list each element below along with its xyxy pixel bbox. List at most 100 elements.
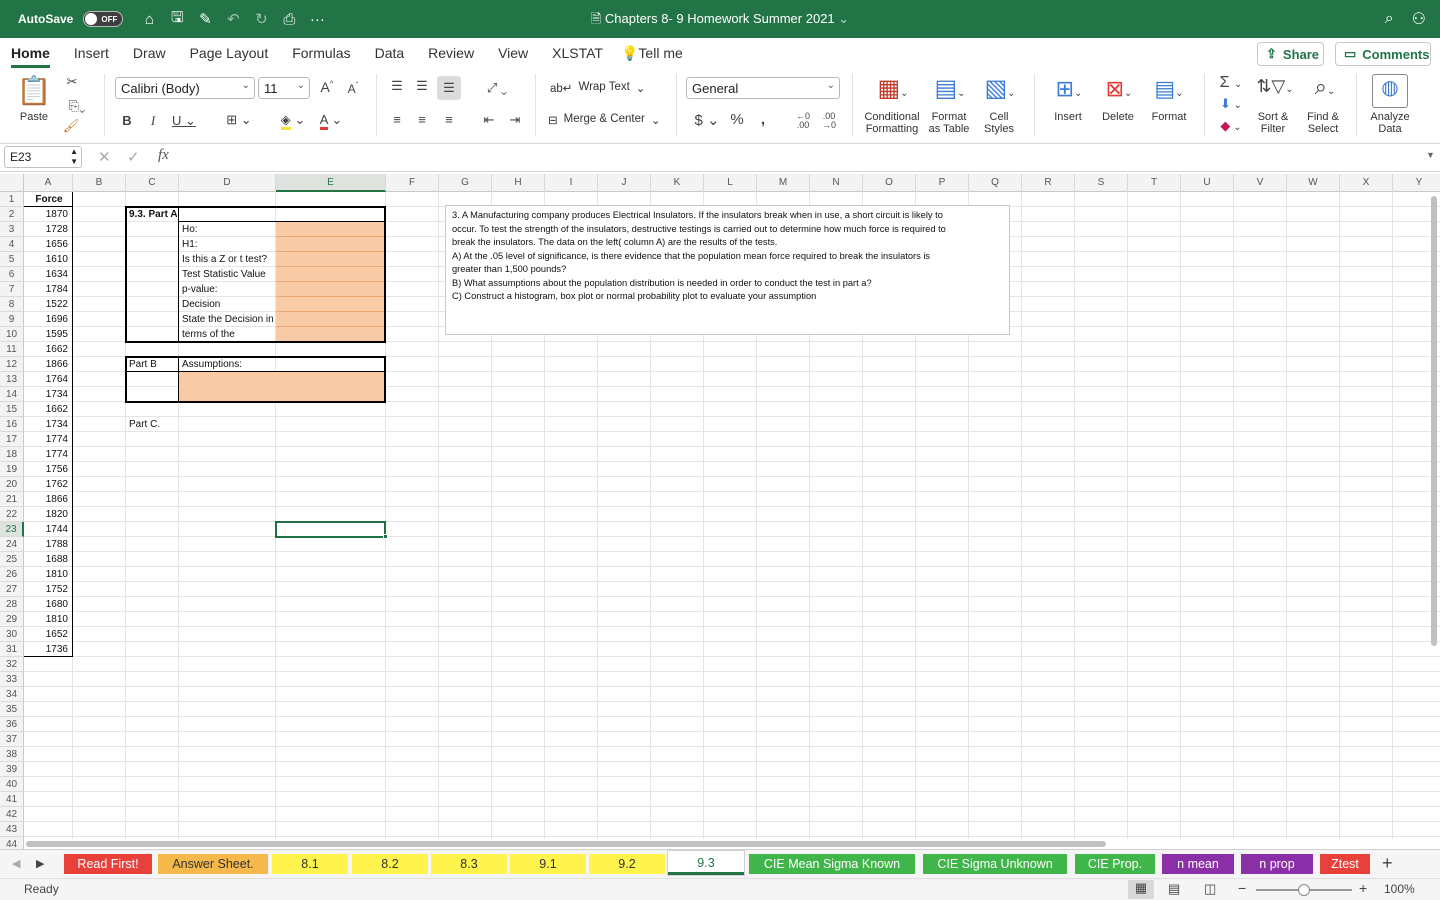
font-color-icon[interactable]: A ⌄ bbox=[314, 112, 348, 130]
part-b-assumptions-label[interactable]: Assumptions: bbox=[182, 358, 274, 371]
percent-icon[interactable]: % bbox=[728, 111, 746, 128]
currency-icon[interactable]: $ ⌄ bbox=[690, 111, 724, 129]
cancel-icon[interactable]: ✕ bbox=[98, 148, 111, 166]
row-header[interactable]: 16 bbox=[0, 417, 24, 432]
part-a-label[interactable]: Ho: bbox=[182, 223, 274, 236]
column-header[interactable]: C bbox=[126, 174, 179, 192]
row-header[interactable]: 14 bbox=[0, 387, 24, 402]
row-header[interactable]: 13 bbox=[0, 372, 24, 387]
search-icon[interactable]: ⌕ bbox=[1385, 10, 1394, 28]
name-box[interactable]: E23 ▲ ▼ bbox=[4, 146, 82, 168]
force-value-cell[interactable]: 1820 bbox=[27, 508, 71, 521]
add-sheet-icon[interactable]: + bbox=[1382, 853, 1393, 874]
column-header[interactable]: H bbox=[492, 174, 545, 192]
sheet-tab[interactable]: n prop bbox=[1241, 854, 1313, 874]
conditional-formatting-icon[interactable]: ▦⌄ bbox=[870, 74, 916, 103]
force-value-cell[interactable]: 1656 bbox=[27, 238, 71, 251]
sheet-tab[interactable]: 9.1 bbox=[510, 854, 586, 874]
tab-page-layout[interactable]: Page Layout bbox=[190, 45, 269, 61]
row-header[interactable]: 20 bbox=[0, 477, 24, 492]
column-header[interactable]: L bbox=[704, 174, 757, 192]
row-header[interactable]: 15 bbox=[0, 402, 24, 417]
format-button[interactable]: Format bbox=[1148, 111, 1190, 123]
orientation-icon[interactable]: ⤢ ⌄ bbox=[480, 80, 514, 96]
sheet-tab[interactable]: 8.2 bbox=[352, 854, 428, 874]
sheet-tab[interactable]: n mean bbox=[1162, 854, 1234, 874]
row-header[interactable]: 29 bbox=[0, 612, 24, 627]
horizontal-scroll-thumb[interactable] bbox=[26, 841, 1106, 847]
row-header[interactable]: 9 bbox=[0, 312, 24, 327]
underline-icon[interactable]: U ⌄ bbox=[170, 113, 198, 129]
sort-filter-button[interactable]: Sort & Filter bbox=[1250, 111, 1296, 135]
row-header[interactable]: 44 bbox=[0, 837, 24, 849]
row-header[interactable]: 8 bbox=[0, 297, 24, 312]
row-header[interactable]: 22 bbox=[0, 507, 24, 522]
column-header[interactable]: G bbox=[439, 174, 492, 192]
row-header[interactable]: 31 bbox=[0, 642, 24, 657]
title-chevron-icon[interactable]: ⌄ bbox=[835, 11, 849, 26]
column-header[interactable]: R bbox=[1022, 174, 1075, 192]
find-select-button[interactable]: Find & Select bbox=[1300, 111, 1346, 135]
clear-icon[interactable]: ◆ ⌄ bbox=[1214, 118, 1248, 134]
increase-indent-icon[interactable]: ⇥ bbox=[506, 112, 524, 128]
column-header[interactable]: S bbox=[1075, 174, 1128, 192]
row-header[interactable]: 12 bbox=[0, 357, 24, 372]
autosave-toggle[interactable]: OFF bbox=[83, 11, 124, 27]
selected-cell[interactable] bbox=[275, 521, 386, 538]
force-value-cell[interactable]: 1756 bbox=[27, 463, 71, 476]
column-header[interactable]: W bbox=[1287, 174, 1340, 192]
delete-button[interactable]: Delete bbox=[1098, 111, 1138, 123]
cell-styles-button[interactable]: Cell Styles bbox=[978, 111, 1020, 135]
force-value-cell[interactable]: 1728 bbox=[27, 223, 71, 236]
align-middle-icon[interactable]: ☰ bbox=[413, 78, 431, 94]
sheet-tab[interactable]: CIE Prop. bbox=[1075, 854, 1155, 874]
column-header[interactable]: T bbox=[1128, 174, 1181, 192]
row-header[interactable]: 10 bbox=[0, 327, 24, 342]
row-header[interactable]: 42 bbox=[0, 807, 24, 822]
sheet-tab[interactable]: Answer Sheet. bbox=[158, 854, 268, 874]
scroll-tabs-right-icon[interactable]: ▶ bbox=[36, 857, 44, 870]
part-a-label[interactable]: Test Statistic Value bbox=[182, 268, 274, 281]
delete-cells-icon[interactable]: ⊠⌄ bbox=[1096, 76, 1142, 102]
analyze-data-icon[interactable]: ◍ bbox=[1372, 74, 1408, 108]
align-top-icon[interactable]: ☰ bbox=[388, 78, 406, 94]
number-format-select[interactable]: General ⌄ bbox=[686, 77, 840, 99]
sheet-tab[interactable]: 8.3 bbox=[431, 854, 507, 874]
column-header[interactable]: Q bbox=[969, 174, 1022, 192]
increase-decimal-icon[interactable]: ←0.00 bbox=[792, 112, 814, 130]
problem-text-box[interactable]: 3. A Manufacturing company produces Elec… bbox=[445, 205, 1010, 335]
decrease-decimal-icon[interactable]: .00 →0 bbox=[818, 112, 840, 130]
part-a-label[interactable]: Decision bbox=[182, 298, 274, 311]
more-icon[interactable]: ··· bbox=[309, 11, 325, 28]
part-a-label[interactable]: terms of the bbox=[182, 328, 274, 341]
force-value-cell[interactable]: 1764 bbox=[27, 373, 71, 386]
column-header[interactable]: P bbox=[916, 174, 969, 192]
insert-button[interactable]: Insert bbox=[1048, 111, 1088, 123]
force-value-cell[interactable]: 1870 bbox=[27, 208, 71, 221]
undo-icon[interactable]: ↶ bbox=[225, 10, 241, 28]
force-value-cell[interactable]: 1680 bbox=[27, 598, 71, 611]
part-a-label[interactable]: Is this a Z or t test? bbox=[182, 253, 274, 266]
force-value-cell[interactable]: 1734 bbox=[27, 418, 71, 431]
cut-icon[interactable]: ✂ bbox=[64, 74, 80, 90]
sheet-tab[interactable]: CIE Sigma Unknown bbox=[923, 854, 1067, 874]
page-layout-view-icon[interactable]: ▤ bbox=[1168, 881, 1180, 897]
column-header[interactable]: Y bbox=[1393, 174, 1440, 192]
align-bottom-icon[interactable]: ☰ bbox=[437, 76, 461, 100]
force-value-cell[interactable]: 1662 bbox=[27, 343, 71, 356]
borders-icon[interactable]: ⊞ ⌄ bbox=[222, 112, 256, 128]
part-c-title[interactable]: Part C. bbox=[129, 418, 177, 431]
fill-handle[interactable] bbox=[383, 534, 388, 539]
column-header[interactable]: A bbox=[24, 174, 73, 192]
column-header[interactable]: E bbox=[276, 174, 386, 192]
fill-icon[interactable]: ⬇ ⌄ bbox=[1214, 96, 1248, 112]
row-header[interactable]: 11 bbox=[0, 342, 24, 357]
tab-view[interactable]: View bbox=[498, 45, 528, 61]
row-header[interactable]: 25 bbox=[0, 552, 24, 567]
page-break-view-icon[interactable]: ◫ bbox=[1204, 881, 1216, 897]
format-cells-icon[interactable]: ▤⌄ bbox=[1146, 76, 1192, 102]
row-header[interactable]: 6 bbox=[0, 267, 24, 282]
force-value-cell[interactable]: 1774 bbox=[27, 448, 71, 461]
column-header[interactable]: F bbox=[386, 174, 439, 192]
force-value-cell[interactable]: 1634 bbox=[27, 268, 71, 281]
